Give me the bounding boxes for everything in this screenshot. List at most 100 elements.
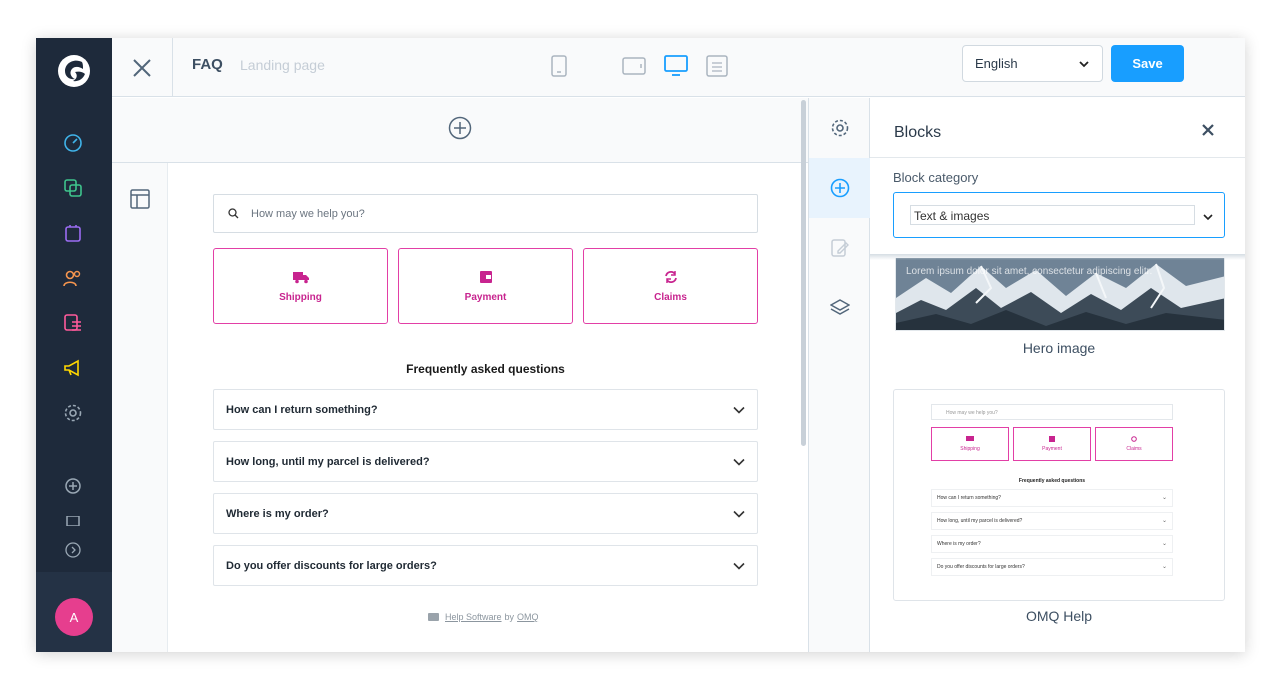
omq-help-caption: OMQ Help xyxy=(1025,608,1093,624)
expand-icon[interactable] xyxy=(62,539,84,561)
close-icon[interactable] xyxy=(1202,124,1214,136)
section-settings-gutter xyxy=(112,163,168,652)
marketing-icon[interactable] xyxy=(62,357,84,379)
settings-tab[interactable] xyxy=(809,98,870,158)
panel-title: Blocks xyxy=(894,124,942,141)
hero-overlay-text: Lorem ipsum dolor sit amet, consectetur … xyxy=(906,266,1153,277)
tablet-view-button[interactable] xyxy=(621,53,647,79)
blocks-panel: Blocks Lorem ipsum dolor sit amet, conse… xyxy=(870,98,1245,652)
mini-faq-item: How long, until my parcel is delivered? ⌄ xyxy=(931,512,1173,530)
app-window: A FAQ Landing page English Save How may … xyxy=(36,38,1245,652)
tile-label: Shipping xyxy=(279,291,322,303)
mini-tile: Shipping xyxy=(931,427,1009,461)
chevron-down-icon: ⌄ xyxy=(1161,541,1167,547)
faq-item[interactable]: Do you offer discounts for large orders? xyxy=(213,545,758,586)
wallet-icon xyxy=(479,270,492,283)
page-title: FAQ xyxy=(192,56,223,73)
tile-label: Payment xyxy=(464,291,507,303)
panel-shadow xyxy=(870,254,1245,260)
catalogue-icon[interactable] xyxy=(62,177,84,199)
desktop-view-button[interactable] xyxy=(663,53,689,79)
mini-tile-label: Claims xyxy=(1126,446,1142,452)
save-button[interactable]: Save xyxy=(1111,45,1184,82)
tablet-icon xyxy=(622,57,646,75)
mini-question: Do you offer discounts for large orders? xyxy=(937,564,1025,570)
chevron-down-icon: ⌄ xyxy=(1161,518,1167,524)
layout-icon[interactable] xyxy=(130,189,150,209)
category-value: Text & images xyxy=(910,205,1195,225)
powered-by-text: by xyxy=(504,612,515,622)
search-icon xyxy=(228,208,239,219)
editor-canvas: How may we help you? Shipping Payment Cl… xyxy=(112,98,808,652)
hero-image-caption: Hero image xyxy=(1022,340,1096,356)
gear-icon xyxy=(831,119,848,137)
mini-question: Where is my order? xyxy=(937,541,981,547)
layers-tab[interactable] xyxy=(809,278,870,338)
truck-icon xyxy=(292,271,309,283)
settings-icon[interactable] xyxy=(62,402,84,424)
chevron-down-icon xyxy=(733,458,745,466)
mini-heading: Frequently asked questions xyxy=(1018,478,1086,484)
desktop-icon xyxy=(664,55,688,76)
tile-payment[interactable]: Payment xyxy=(398,248,573,324)
editor-topbar: FAQ Landing page English Save xyxy=(112,38,1245,97)
list-icon xyxy=(706,55,728,77)
language-select[interactable]: English xyxy=(962,45,1103,82)
add-blocks-tab[interactable] xyxy=(809,158,870,218)
faq-item[interactable]: How long, until my parcel is delivered? xyxy=(213,441,758,482)
page-subtitle: Landing page xyxy=(240,57,325,73)
chevron-down-icon xyxy=(1203,214,1213,221)
omq-help-block[interactable]: How may we help you? Shipping Payment Cl… xyxy=(893,389,1225,601)
language-value: English xyxy=(975,56,1018,71)
add-section-bar xyxy=(112,98,808,163)
add-icon[interactable] xyxy=(62,475,84,497)
edit-tab[interactable] xyxy=(809,218,870,278)
close-editor-button[interactable] xyxy=(112,38,173,97)
mini-search: How may we help you? xyxy=(931,404,1173,420)
mobile-icon xyxy=(551,55,567,77)
mini-faq-item: Where is my order? ⌄ xyxy=(931,535,1173,553)
layers-icon xyxy=(829,299,850,315)
faq-question: Where is my order? xyxy=(226,507,329,520)
mini-tile-label: Payment xyxy=(1042,446,1062,452)
faq-heading: Frequently asked questions xyxy=(406,362,565,376)
mobile-view-button[interactable] xyxy=(546,53,572,79)
mini-tile: Claims xyxy=(1095,427,1173,461)
chevron-down-icon: ⌄ xyxy=(1161,564,1167,570)
chevron-down-icon xyxy=(733,562,745,570)
list-view-button[interactable] xyxy=(704,53,730,79)
tile-claims[interactable]: Claims xyxy=(583,248,758,324)
powered-by: Help Software by OMQ xyxy=(428,612,539,622)
mini-tile: Payment xyxy=(1013,427,1091,461)
mini-faq-item: How can I return something? ⌄ xyxy=(931,489,1173,507)
chevron-down-icon xyxy=(733,406,745,414)
close-icon xyxy=(133,58,151,77)
category-label: Block category xyxy=(893,170,979,185)
extensions-icon[interactable] xyxy=(62,516,84,526)
dashboard-icon[interactable] xyxy=(62,132,84,154)
avatar[interactable]: A xyxy=(55,598,93,636)
shopware-logo[interactable] xyxy=(56,53,92,89)
mini-question: How can I return something? xyxy=(937,495,1001,501)
content-icon[interactable] xyxy=(62,312,84,334)
faq-item[interactable]: How can I return something? xyxy=(213,389,758,430)
hero-image-block[interactable]: Lorem ipsum dolor sit amet, consectetur … xyxy=(895,258,1225,331)
tile-shipping[interactable]: Shipping xyxy=(213,248,388,324)
faq-search-input[interactable]: How may we help you? xyxy=(213,194,758,233)
powered-company-link[interactable]: OMQ xyxy=(517,612,539,622)
powered-link[interactable]: Help Software xyxy=(445,612,502,622)
refresh-icon xyxy=(664,270,677,283)
canvas-scrollbar[interactable] xyxy=(801,100,806,446)
add-section-icon[interactable] xyxy=(448,116,472,140)
truck-icon xyxy=(966,436,974,441)
customers-icon[interactable] xyxy=(62,267,84,289)
category-select[interactable]: Text & images xyxy=(893,192,1225,238)
wallet-icon xyxy=(1049,436,1055,442)
orders-icon[interactable] xyxy=(62,222,84,244)
omq-logo-icon xyxy=(428,613,439,621)
admin-sidebar: A xyxy=(36,38,112,652)
mini-tile-label: Shipping xyxy=(960,446,980,452)
sidebar-rail xyxy=(808,98,870,652)
mini-faq-item: Do you offer discounts for large orders?… xyxy=(931,558,1173,576)
faq-item[interactable]: Where is my order? xyxy=(213,493,758,534)
